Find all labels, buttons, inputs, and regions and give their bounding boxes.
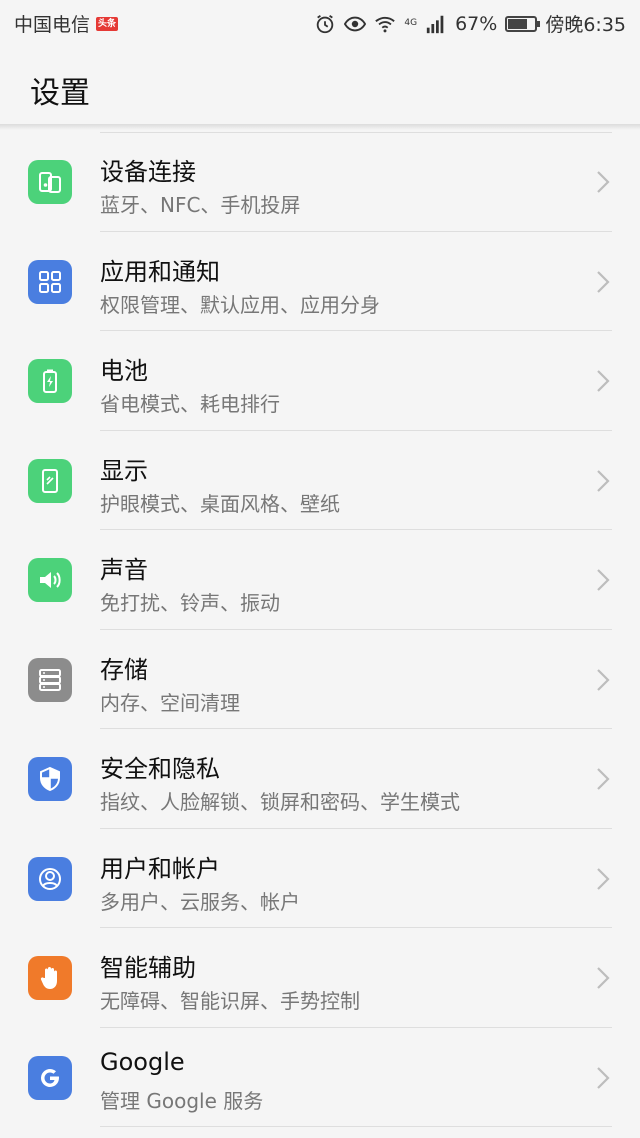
settings-item[interactable]: 设备连接蓝牙、NFC、手机投屏	[0, 132, 640, 232]
google-icon	[28, 1055, 72, 1100]
status-bar-left: 中国电信 头条	[14, 10, 119, 37]
alarm-icon	[317, 14, 334, 33]
user-icon	[28, 856, 72, 901]
speaker-icon	[28, 558, 72, 602]
battery-percent: 67%	[455, 12, 498, 35]
hand-icon	[28, 956, 72, 1000]
divider	[100, 1126, 612, 1127]
settings-item-subtitle: 护眼模式、桌面风格、壁纸	[100, 491, 340, 516]
storage-icon	[28, 657, 72, 702]
settings-item-title: 声音	[100, 556, 148, 584]
eye-icon	[344, 16, 367, 31]
settings-item-title: 安全和隐私	[100, 755, 220, 783]
settings-item-subtitle: 指纹、人脸解锁、锁屏和密码、学生模式	[100, 790, 460, 814]
settings-item[interactable]: 智能辅助无障碍、智能识屏、手势控制	[0, 928, 640, 1028]
clock: 傍晚6:35	[545, 14, 626, 36]
settings-item[interactable]: Google 管理 Google 服务	[0, 1028, 640, 1127]
battery-icon	[505, 15, 541, 32]
settings-item-subtitle: 免打扰、铃声、振动	[100, 591, 280, 615]
chevron-right-icon	[597, 569, 610, 591]
chevron-right-icon	[597, 967, 610, 989]
device-connection-icon	[28, 160, 72, 204]
settings-item[interactable]: 电池省电模式、耗电排行	[0, 331, 640, 431]
network-type: 4G	[404, 18, 418, 28]
settings-item-title: 设备连接	[100, 158, 196, 186]
settings-item-title: 显示	[100, 456, 148, 485]
battery-icon	[28, 359, 72, 403]
settings-item-title: 电池	[100, 357, 148, 385]
settings-item[interactable]: 用户和帐户多用户、云服务、帐户	[0, 829, 640, 928]
header-shadow	[0, 124, 640, 130]
settings-item-title: 用户和帐户	[100, 854, 220, 883]
settings-item-subtitle: 无障碍、智能识屏、手势控制	[100, 989, 360, 1013]
settings-item[interactable]: 声音免打扰、铃声、振动	[0, 530, 640, 630]
chevron-right-icon	[597, 370, 610, 392]
settings-item[interactable]: 存储 内存、空间清理	[0, 630, 640, 729]
settings-item-title: 智能辅助	[100, 954, 196, 982]
chevron-right-icon	[597, 1066, 610, 1089]
chevron-right-icon	[597, 867, 610, 890]
settings-item-title: 应用和通知	[100, 257, 220, 286]
settings-item-title: 存储	[100, 655, 148, 684]
settings-item-subtitle: 省电模式、耗电排行	[100, 392, 280, 416]
settings-item-subtitle: 内存、空间清理	[100, 690, 240, 715]
chevron-right-icon	[597, 469, 610, 492]
settings-item[interactable]: 安全和隐私指纹、人脸解锁、锁屏和密码、学生模式	[0, 729, 640, 829]
wifi-icon	[375, 16, 396, 32]
settings-item-title: Google	[100, 1047, 185, 1076]
chevron-right-icon	[597, 668, 610, 691]
chevron-right-icon	[597, 768, 610, 790]
chevron-right-icon	[597, 270, 610, 293]
status-bar-right: 4G 67% 傍晚6:35	[314, 10, 626, 37]
settings-item-subtitle: 管理 Google 服务	[100, 1088, 264, 1113]
settings-item-subtitle: 权限管理、默认应用、应用分身	[100, 292, 380, 317]
toutiao-badge: 头条	[96, 16, 119, 31]
signal-icon	[426, 15, 444, 33]
settings-list: 设备连接蓝牙、NFC、手机投屏应用和通知权限管理、默认应用、应用分身 电池省电模式…	[0, 132, 640, 1127]
settings-item[interactable]: 应用和通知权限管理、默认应用、应用分身	[0, 232, 640, 331]
apps-grid-icon	[28, 259, 72, 304]
settings-item-subtitle: 多用户、云服务、帐户	[100, 889, 300, 914]
chevron-right-icon	[597, 171, 610, 193]
display-icon	[28, 458, 72, 503]
battery-fill	[508, 18, 528, 29]
app-header: 设置	[0, 44, 640, 124]
shield-icon	[28, 757, 72, 801]
carrier-name: 中国电信	[14, 14, 91, 36]
settings-item[interactable]: 显示护眼模式、桌面风格、壁纸	[0, 431, 640, 530]
settings-item-subtitle: 蓝牙、NFC、手机投屏	[100, 193, 301, 217]
page-title: 设置	[30, 76, 90, 111]
status-bar: 中国电信 头条 4G 67% 傍晚6:35	[0, 0, 640, 44]
